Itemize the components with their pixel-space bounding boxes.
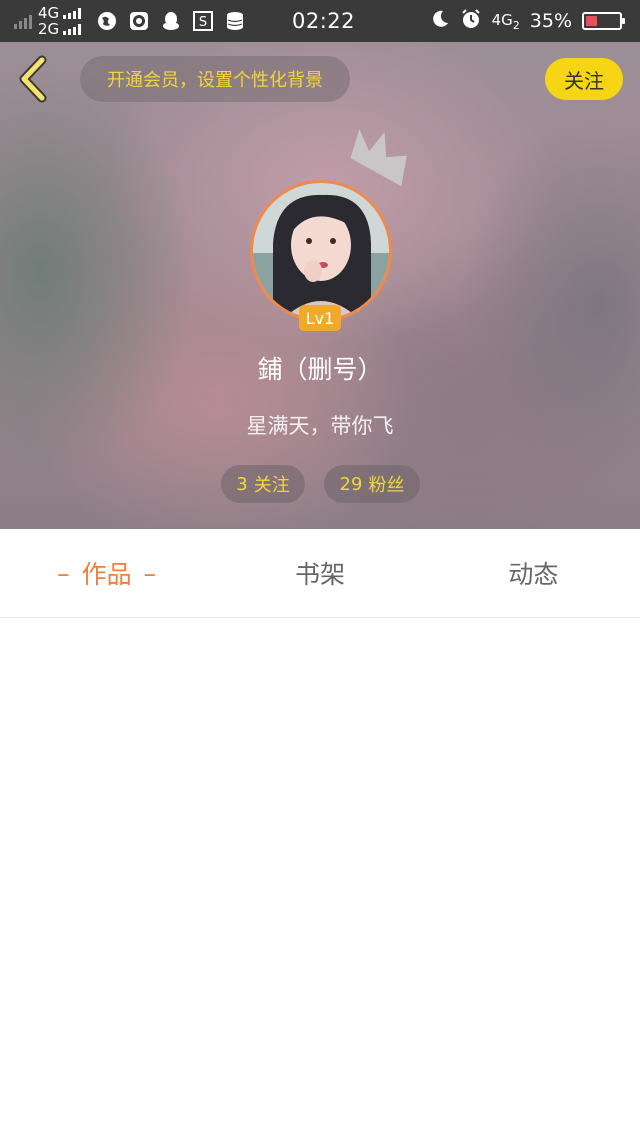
signal-bars-icon — [63, 23, 82, 35]
tab-label: 作品 — [81, 560, 132, 589]
alarm-icon — [460, 8, 482, 34]
status-bar: 4G 2G S 02:22 4G2 35% — [0, 0, 640, 42]
user-bio: 星满天，带你飞 — [246, 414, 394, 438]
fans-label: 粉丝 — [368, 475, 405, 496]
back-button[interactable] — [14, 54, 54, 104]
tab-bookshelf[interactable]: 书架 — [213, 529, 426, 617]
following-count-button[interactable]: 3 关注 — [221, 465, 305, 503]
profile-header: 开通会员，设置个性化背景 关注 Lv1 鋪（删号） 星满天，带你飞 3 关注 2… — [0, 42, 640, 529]
level-badge: Lv1 — [299, 305, 341, 331]
tab-label: 动态 — [508, 560, 559, 589]
chevron-left-icon — [19, 55, 47, 103]
signal-bars-icon — [63, 7, 82, 19]
tab-works[interactable]: – 作品 – — [0, 529, 213, 617]
network-indicator: 4G 2G — [38, 4, 82, 38]
browser-icon — [97, 11, 117, 31]
username: 鋪（删号） — [257, 355, 383, 384]
follow-button[interactable]: 关注 — [545, 58, 623, 100]
battery-percent: 35% — [529, 10, 572, 32]
tab-active-dash-left: – — [57, 558, 70, 588]
tab-label: 书架 — [294, 560, 345, 589]
moon-icon — [430, 9, 450, 33]
status-left: 4G 2G S — [14, 5, 245, 37]
following-count: 3 — [236, 473, 248, 495]
vip-background-prompt[interactable]: 开通会员，设置个性化背景 — [80, 56, 350, 102]
svg-text:S: S — [199, 15, 207, 30]
fans-count-button[interactable]: 29 粉丝 — [324, 465, 420, 503]
tab-activity[interactable]: 动态 — [427, 529, 640, 617]
status-right: 4G2 35% — [430, 6, 625, 36]
tab-content-area — [0, 618, 640, 1138]
network-type-bottom: 2G — [38, 20, 60, 38]
signal-strength-icon — [14, 13, 32, 29]
avatar-image — [253, 183, 389, 319]
qq-icon — [161, 11, 181, 31]
s-app-icon: S — [193, 11, 214, 31]
fans-count: 29 — [339, 473, 363, 495]
network-type-top: 4G — [38, 4, 60, 22]
network-4g-indicator: 4G2 — [491, 10, 520, 32]
profile-tabs: – 作品 – 书架 动态 — [0, 529, 640, 618]
browser-icon-2 — [129, 11, 149, 31]
battery-icon — [582, 12, 625, 30]
status-time: 02:22 — [292, 9, 356, 33]
storage-icon — [225, 11, 245, 31]
avatar[interactable] — [250, 180, 392, 322]
tab-active-dash-right: – — [143, 558, 157, 588]
following-label: 关注 — [253, 475, 290, 496]
